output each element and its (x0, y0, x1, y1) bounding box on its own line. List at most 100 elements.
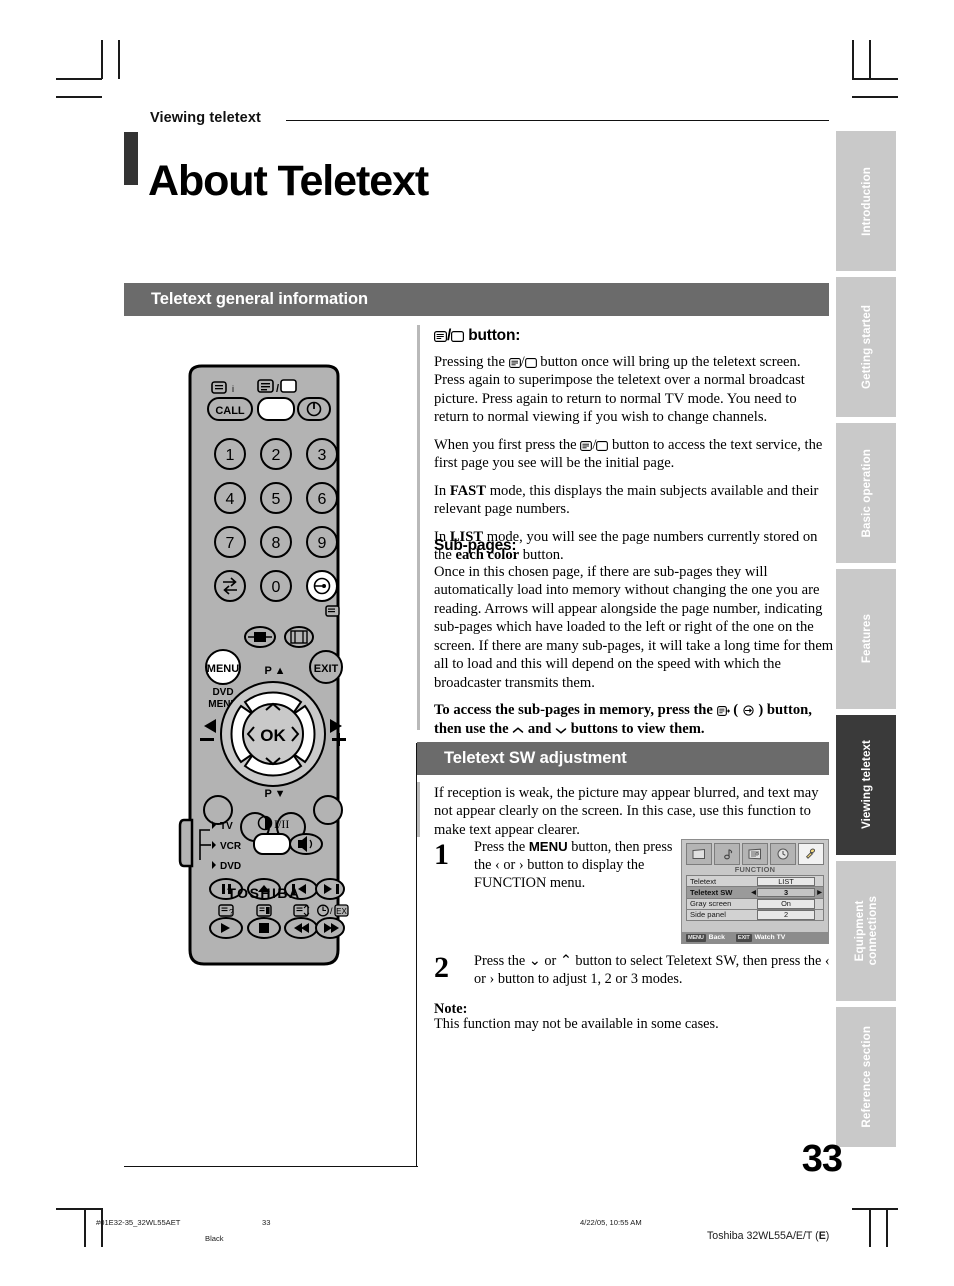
general-paragraph-3: In FAST mode, this displays the main sub… (434, 482, 834, 519)
svg-text:6: 6 (318, 491, 327, 508)
kicker-label: Viewing teletext (150, 110, 261, 126)
sidebar-item-introduction[interactable]: Introduction (836, 131, 896, 271)
bottom-rule-vertical (416, 743, 418, 1167)
svg-text:CALL: CALL (215, 405, 245, 417)
exit-action-label: Watch TV (754, 934, 786, 941)
osd-row-value: LIST (757, 876, 815, 886)
chevron-down-icon (555, 726, 567, 735)
sidebar-item-label: Features (859, 614, 873, 664)
menu-button-term: MENU (528, 839, 568, 854)
svg-text:EX: EX (336, 907, 347, 916)
crop-mark-tl-v2 (118, 40, 120, 79)
svg-text:MENU: MENU (207, 663, 239, 675)
sidebar-item-label: Viewing teletext (859, 740, 873, 830)
crop-mark-tl-h2 (56, 96, 102, 98)
footer-model-c: ) (825, 1230, 830, 1242)
sw-intro-paragraph: If reception is weak, the picture may ap… (434, 785, 819, 838)
subpages-paragraph-1: Once in this chosen page, if there are s… (434, 564, 834, 691)
tv-screen-icon (451, 331, 465, 342)
remote-control-illustration: CALL i / 1 2 3 4 5 6 7 8 9 0 MENU DVD ME… (178, 362, 350, 982)
crop-mark-tl-v1 (101, 40, 103, 79)
svg-text:?: ? (229, 908, 234, 917)
osd-icon-bar (682, 840, 828, 865)
general-p2-a: When you first press the (434, 436, 581, 453)
sidebar-item-label: Getting started (859, 305, 873, 389)
subpages-p2-d: and (524, 720, 556, 737)
svg-text:EXIT: EXIT (314, 663, 339, 675)
sidebar-item-getting-started[interactable]: Getting started (836, 277, 896, 417)
crop-mark-bl-h1 (56, 1208, 102, 1210)
footer-page-number: 33 (262, 1218, 271, 1227)
fast-mode-term: FAST (449, 482, 487, 499)
sidebar-item-basic-operation[interactable]: Basic operation (836, 423, 896, 563)
sidebar-item-equipment-connections[interactable]: Equipment connections (836, 861, 896, 1001)
menu-keycap: MENU (686, 933, 706, 942)
crop-mark-br-v1 (869, 1208, 871, 1247)
crop-mark-bl-v1 (101, 1208, 103, 1247)
osd-right-arrow[interactable]: ▶ (816, 889, 823, 896)
setup-icon[interactable] (742, 843, 768, 865)
sidebar-item-label: Equipment connections (853, 896, 879, 966)
svg-text:7: 7 (226, 535, 235, 552)
subpages-p2-b: ( (729, 702, 742, 719)
osd-row-teletext-sw[interactable]: Teletext SW ◀ 3 ▶ (686, 886, 824, 898)
svg-text:5: 5 (272, 491, 281, 508)
crop-mark-tr-h2 (852, 96, 898, 98)
osd-row-label: Teletext (690, 876, 717, 886)
svg-text:/: / (276, 383, 279, 395)
teletext-button-heading: / button: (434, 327, 834, 345)
svg-text:I/II: I/II (274, 817, 289, 831)
step-1-number: 1 (434, 838, 449, 871)
audio-icon[interactable] (714, 843, 740, 865)
osd-row-value: On (757, 899, 815, 909)
general-paragraph-2: When you first press the / button to acc… (434, 436, 823, 472)
title-accent-bar (124, 132, 138, 185)
teletext-button-heading-label: button: (468, 327, 521, 344)
column-rule-upper (417, 325, 420, 730)
timer-icon[interactable] (770, 843, 796, 865)
footer-file-name: #01E32-35_32WL55AET (96, 1218, 181, 1227)
svg-text:P ▼: P ▼ (264, 788, 285, 800)
sidebar-item-viewing-teletext[interactable]: Viewing teletext (836, 715, 896, 855)
svg-text:TV: TV (220, 821, 233, 832)
subpages-paragraph-2: To access the sub-pages in memory, press… (434, 701, 834, 738)
column-rule-lower (417, 782, 420, 837)
footer-model-a: Toshiba 32WL55A/E/T ( (707, 1230, 819, 1242)
osd-row-side-panel[interactable]: Side panel 2 (686, 909, 824, 921)
general-p3-a: In (434, 482, 450, 499)
crop-mark-tr-v1 (852, 40, 854, 79)
section-header-sw: Teletext SW adjustment (417, 742, 829, 775)
osd-row-label: Teletext SW (690, 888, 733, 898)
general-p3-b: mode, this displays the main subjects av… (434, 482, 819, 518)
index-return-icon (742, 705, 755, 716)
step-1-a: Press the (474, 839, 529, 855)
step-1-text: Press the MENU button, then press the ‹ … (474, 838, 674, 892)
sidebar-item-label: Basic operation (859, 448, 873, 538)
subpages-heading: Sub-pages: (434, 537, 517, 554)
osd-row-value: 3 (757, 887, 815, 898)
osd-row-value: 2 (757, 910, 815, 920)
sidebar-item-label: Introduction (859, 166, 873, 236)
svg-text:3: 3 (318, 447, 327, 464)
osd-row-label: Gray screen (690, 899, 732, 909)
general-p1-a: Pressing the (434, 354, 509, 370)
sub-page-icon (716, 706, 730, 717)
crop-mark-br-v2 (886, 1208, 888, 1247)
osd-left-arrow[interactable]: ◀ (750, 889, 757, 896)
section-header-general: Teletext general information (124, 283, 829, 316)
svg-text:8: 8 (272, 535, 281, 552)
function-icon[interactable] (798, 843, 824, 865)
osd-row-gray-screen[interactable]: Gray screen On (686, 897, 824, 910)
svg-text:P ▲: P ▲ (264, 665, 285, 677)
sidebar-item-reference-section[interactable]: Reference section (836, 1007, 896, 1147)
svg-text:9: 9 (318, 535, 327, 552)
subpages-p2-a: To access the sub-pages in memory, press… (434, 702, 717, 719)
osd-title: FUNCTION (734, 865, 776, 874)
svg-text:DVD: DVD (220, 861, 241, 872)
footer-timestamp: 4/22/05, 10:55 AM (580, 1218, 642, 1227)
sidebar-item-features[interactable]: Features (836, 569, 896, 709)
footer-model: Toshiba 32WL55A/E/T (E) (707, 1230, 829, 1242)
sidebar-item-label: Reference section (859, 1026, 873, 1128)
osd-row-teletext[interactable]: Teletext LIST (686, 875, 824, 887)
picture-icon[interactable] (686, 843, 712, 865)
